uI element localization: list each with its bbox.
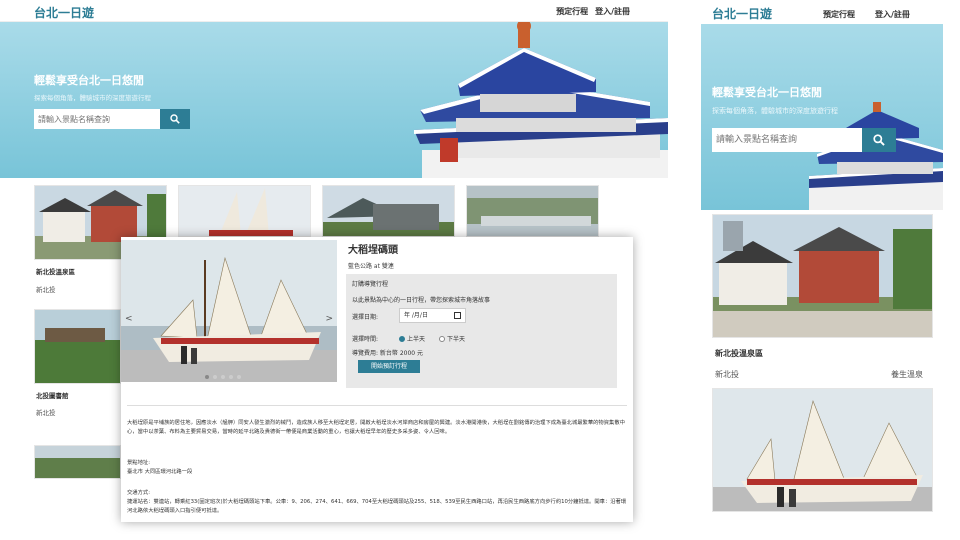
mobile-search-bar: [712, 128, 896, 152]
hero-title: 輕鬆享受台北一日悠閒: [34, 74, 144, 87]
brand-logo[interactable]: 台北一日遊: [34, 4, 94, 21]
mobile-view: 台北一日遊 預定行程 登入/註冊 輕鬆享受台北一日悠閒 探索每個角落，體驗城市的…: [701, 0, 943, 540]
radio-afternoon[interactable]: 下半天: [439, 334, 465, 343]
modal-divider: [127, 405, 627, 406]
mobile-hero-banner: 輕鬆享受台北一日悠閒 探索每個角落，體驗城市的深度旅遊行程: [701, 24, 943, 210]
radio-morning[interactable]: 上半天: [399, 334, 425, 343]
carousel-dot[interactable]: [221, 375, 225, 379]
hero-subtitle: 探索每個角落，體驗城市的深度旅遊行程: [34, 94, 151, 102]
address-label: 景點地址:: [127, 460, 150, 466]
mobile-search-button[interactable]: [862, 128, 896, 152]
attraction-photo: < >: [121, 240, 337, 382]
mobile-hero-title: 輕鬆享受台北一日悠閒: [712, 86, 822, 99]
carousel-next-icon[interactable]: >: [325, 314, 333, 324]
transport-label: 交通方式:: [127, 490, 150, 496]
search-icon: [170, 114, 180, 124]
time-label: 選擇時間:: [352, 336, 379, 343]
mobile-nav-links: 預定行程 登入/註冊: [823, 9, 910, 20]
carousel-dot[interactable]: [213, 375, 217, 379]
attraction-card-image[interactable]: [322, 185, 455, 237]
date-value: 年 /月/日: [404, 312, 428, 319]
start-booking-button[interactable]: 開始預訂行程: [358, 360, 420, 373]
modal-title: 大稻埕碼頭: [348, 245, 398, 256]
attraction-detail-modal: < > 大稻埕碼頭 藍色公路 at 雙連 訂購導覽行程 以此景點為中心的一日行程…: [121, 237, 633, 522]
mobile-attraction-card-image[interactable]: [712, 214, 933, 338]
attraction-card-location: 新北投: [36, 286, 56, 294]
radio-afternoon-label: 下半天: [447, 336, 466, 343]
transport-value: 捷運站名：雙連站，轉乘紅33(固定班次)於大稻埕碼頭站下車。公車：9、206、2…: [127, 499, 627, 514]
date-picker[interactable]: 年 /月/日: [399, 308, 466, 323]
mobile-nav-login-link[interactable]: 登入/註冊: [875, 9, 910, 20]
attraction-card-image[interactable]: [34, 445, 121, 479]
mobile-nav-booking-link[interactable]: 預定行程: [823, 9, 855, 20]
mobile-attraction-card-location: 新北投: [715, 370, 739, 379]
search-bar: [34, 109, 190, 129]
mobile-attraction-card-image[interactable]: [712, 388, 933, 512]
radio-morning-indicator[interactable]: [399, 335, 405, 342]
attraction-description: 大稻埕原是平埔族的居住地，因應淡水（艋舺）同安人發生激烈的械鬥，造成族人移至大稻…: [127, 420, 625, 435]
attraction-card-image[interactable]: [466, 185, 599, 237]
carousel-indicators: [205, 375, 241, 379]
date-label: 選擇日期:: [352, 314, 379, 321]
attraction-card-location: 新北投: [36, 409, 56, 417]
attraction-card-image[interactable]: [34, 309, 121, 384]
hero-banner: 輕鬆享受台北一日悠閒 探索每個角落，體驗城市的深度旅遊行程: [0, 22, 668, 178]
booking-panel: 訂購導覽行程 以此景點為中心的一日行程，帶您探索城市角落故事 選擇日期: 年 /…: [346, 274, 617, 388]
carousel-dot[interactable]: [229, 375, 233, 379]
booking-description: 以此景點為中心的一日行程，帶您探索城市角落故事: [352, 297, 491, 304]
top-navbar: 台北一日遊 預定行程 登入/註冊: [0, 0, 668, 22]
modal-subtitle: 藍色公路 at 雙連: [348, 263, 394, 270]
mockup-stage: 台北一日遊 預定行程 登入/註冊 輕鬆享受台北一日悠閒 探索每個角落，體驗城市的…: [0, 0, 960, 540]
search-input[interactable]: [34, 109, 160, 129]
carousel-dot[interactable]: [237, 375, 241, 379]
radio-afternoon-indicator[interactable]: [439, 335, 445, 342]
radio-morning-label: 上半天: [407, 336, 426, 343]
attraction-card-title[interactable]: 北投圖書館: [36, 390, 69, 400]
mobile-attraction-card-category: 養生溫泉: [891, 370, 923, 379]
attraction-card-title[interactable]: 新北投溫泉區: [36, 266, 75, 276]
mobile-brand-logo[interactable]: 台北一日遊: [712, 5, 772, 22]
nav-booking-link[interactable]: 預定行程: [556, 6, 588, 17]
mobile-search-input[interactable]: [712, 128, 862, 152]
address-value: 臺北市 大同區環河北路一段: [127, 469, 193, 475]
search-button[interactable]: [160, 109, 190, 129]
booking-fee: 導覽費用: 新台幣 2000 元: [352, 350, 424, 357]
mobile-attraction-card-title[interactable]: 新北投溫泉區: [715, 348, 763, 359]
memorial-hall-image: [414, 22, 668, 178]
booking-heading: 訂購導覽行程: [352, 281, 389, 288]
mobile-memorial-hall-image: [809, 102, 943, 210]
nav-links: 預定行程 登入/註冊: [556, 6, 630, 17]
carousel-prev-icon[interactable]: <: [125, 314, 133, 324]
attraction-card-image[interactable]: [178, 185, 311, 237]
carousel-dot[interactable]: [205, 375, 209, 379]
nav-login-link[interactable]: 登入/註冊: [595, 6, 630, 17]
search-icon: [873, 134, 885, 146]
mobile-hero-subtitle: 探索每個角落，體驗城市的深度旅遊行程: [712, 107, 838, 115]
calendar-icon[interactable]: [454, 312, 461, 319]
